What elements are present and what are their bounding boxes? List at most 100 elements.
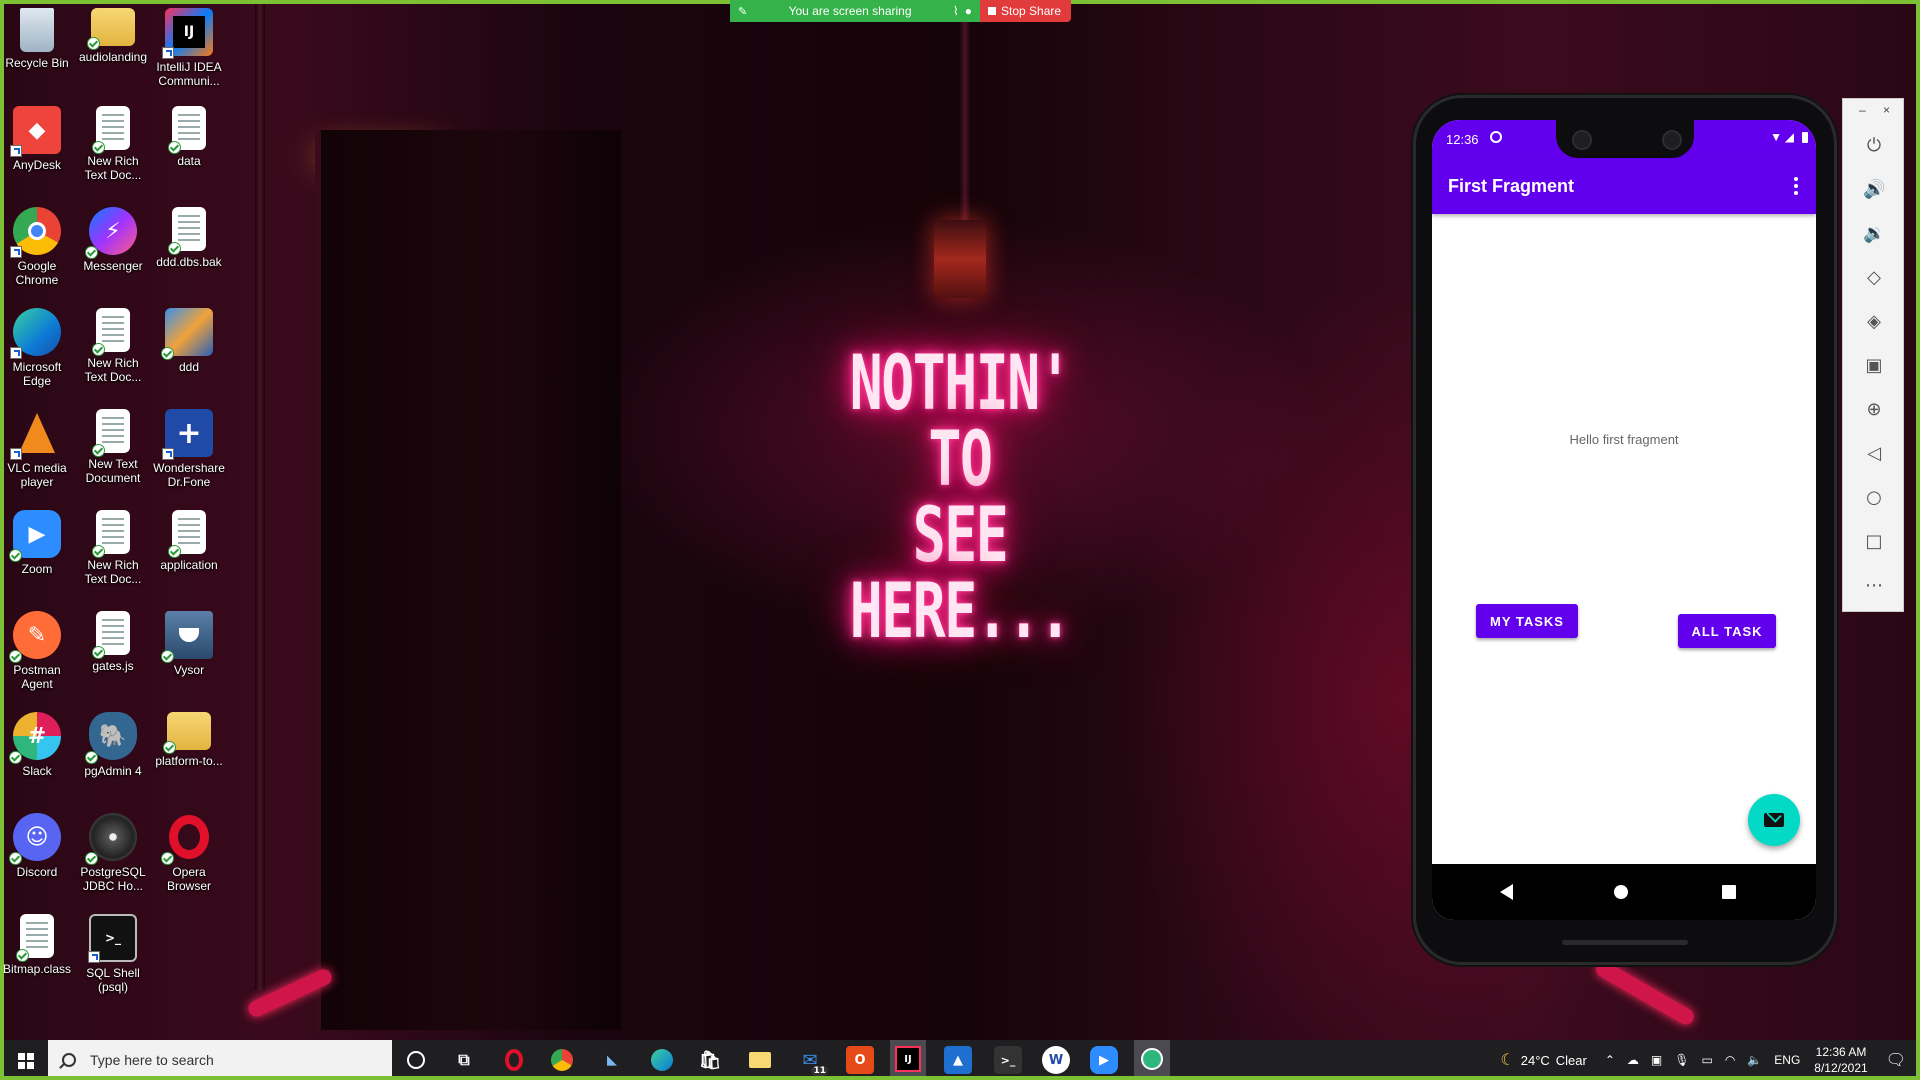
volume-up-icon[interactable]: 🔊	[1863, 179, 1885, 201]
battery-icon[interactable]: ▭	[1702, 1053, 1713, 1067]
windows-taskbar: Type here to search ⧉ ◣ 🛍 ✉ 11 O IJ ▲ >_ …	[0, 1040, 1920, 1080]
desktop-icon-vysor[interactable]: Vysor	[152, 611, 226, 677]
desktop-icon-discord[interactable]: ☺ Discord	[0, 813, 74, 879]
taskbar-intellij-icon[interactable]: IJ	[890, 1040, 926, 1080]
nav-recents-icon[interactable]	[1722, 885, 1736, 899]
desktop-icon-google-chrome[interactable]: Google Chrome	[0, 207, 74, 287]
wifi-icon[interactable]: ◠	[1725, 1053, 1735, 1067]
desktop-icon-microsoft-edge[interactable]: Microsoft Edge	[0, 308, 74, 388]
screenshot-camera-icon[interactable]: ▣	[1863, 355, 1885, 377]
taskbar-android-studio-icon[interactable]: ◣	[598, 1046, 626, 1074]
cortana-circle-icon[interactable]	[402, 1046, 430, 1074]
desktop-icon-bitmap-class[interactable]: Bitmap.class	[0, 914, 74, 976]
rotate-left-icon[interactable]: ◇	[1863, 267, 1885, 289]
desktop-icon-wondershare[interactable]: + Wondershare Dr.Fone	[152, 409, 226, 489]
task-view-icon[interactable]: ⧉	[450, 1046, 478, 1074]
rotate-right-icon[interactable]: ◈	[1863, 311, 1885, 333]
taskbar-edge-icon[interactable]	[648, 1046, 676, 1074]
screen-share-bar: ✎ You are screen sharing ⌇ ● Stop Share	[730, 0, 1072, 22]
wallpaper-rail	[1593, 958, 1697, 1028]
text-document-icon	[92, 409, 130, 457]
email-fab-button[interactable]	[1748, 794, 1800, 846]
my-tasks-button[interactable]: MY TASKS	[1476, 604, 1578, 638]
home-icon[interactable]: ○	[1863, 487, 1885, 509]
taskbar-terminal-icon[interactable]: >_	[994, 1046, 1022, 1074]
weather-widget[interactable]: ☾ 24°C Clear	[1500, 1050, 1586, 1070]
taskbar-vysor-icon[interactable]	[1134, 1040, 1170, 1080]
desktop-icon-ddd-dbs-bak[interactable]: ddd.dbs.bak	[152, 207, 226, 269]
power-icon[interactable]: ⏻	[1863, 135, 1885, 157]
desktop-icon-anydesk[interactable]: ◆ AnyDesk	[0, 106, 74, 172]
desktop-icon-data[interactable]: data	[152, 106, 226, 168]
overview-icon[interactable]: □	[1863, 531, 1885, 553]
disc-icon	[85, 813, 137, 865]
email-icon	[1764, 813, 1784, 827]
start-button[interactable]	[4, 1040, 48, 1080]
desktop-icon-intellij[interactable]: IJ IntelliJ IDEA Communi...	[152, 8, 226, 88]
taskbar-store-icon[interactable]: 🛍	[696, 1046, 724, 1074]
overflow-menu-icon[interactable]	[1786, 174, 1806, 198]
taskbar-file-explorer-icon[interactable]	[746, 1046, 774, 1074]
desktop-icon-slack[interactable]: # Slack	[0, 712, 74, 778]
share-pin-icon[interactable]: ✎	[738, 5, 747, 18]
desktop-icon-postman[interactable]: ✎ Postman Agent	[0, 611, 74, 691]
desktop-icon-opera[interactable]: Opera Browser	[152, 813, 226, 893]
desktop-icon-platform-tools[interactable]: platform-to...	[152, 712, 226, 768]
tray-chevron-up-icon[interactable]: ⌃	[1605, 1053, 1615, 1067]
volume-icon[interactable]: 🔈	[1747, 1053, 1762, 1067]
taskbar-mail-icon[interactable]: ✉ 11	[796, 1046, 828, 1076]
zoom-icon: ▶	[9, 510, 61, 562]
stop-share-button[interactable]: Stop Share	[980, 0, 1072, 22]
file-icon	[92, 611, 130, 659]
volume-down-icon[interactable]: 🔉	[1863, 223, 1885, 245]
taskbar-clock[interactable]: 12:36 AM 8/12/2021	[1814, 1044, 1867, 1076]
wallpaper-doorway	[315, 130, 621, 1030]
all-task-button[interactable]: ALL TASK	[1678, 614, 1776, 648]
emulator-minimize-button[interactable]: –	[1859, 103, 1866, 117]
desktop-icon-ddd[interactable]: ddd	[152, 308, 226, 374]
nav-home-icon[interactable]	[1614, 885, 1628, 899]
edge-icon	[10, 308, 61, 359]
desktop-icon-rich-text-doc[interactable]: New Rich Text Doc...	[76, 106, 150, 182]
share-mic-icon[interactable]: ⌇	[953, 4, 959, 18]
taskbar-photos-icon[interactable]: ▲	[944, 1046, 972, 1074]
desktop-icon-gates-js[interactable]: gates.js	[76, 611, 150, 673]
desktop-icon-sql-shell[interactable]: >_ SQL Shell (psql)	[76, 914, 150, 994]
desktop-icon-recycle-bin[interactable]: Recycle Bin	[0, 8, 74, 70]
nav-back-icon[interactable]	[1500, 884, 1513, 900]
intellij-icon: IJ	[162, 8, 213, 59]
emulator-close-button[interactable]: ×	[1883, 103, 1890, 117]
taskbar-word-icon[interactable]: W	[1042, 1046, 1070, 1074]
vlc-cone-icon	[10, 409, 61, 460]
taskbar-office-icon[interactable]: O	[846, 1046, 874, 1074]
desktop-icon-application[interactable]: application	[152, 510, 226, 572]
zoom-icon[interactable]: ⊕	[1863, 399, 1885, 421]
back-icon[interactable]: ◁	[1863, 443, 1885, 465]
clock-time: 12:36 AM	[1815, 1045, 1867, 1059]
weather-desc: Clear	[1555, 1052, 1587, 1068]
desktop-icon-rich-text-doc[interactable]: New Rich Text Doc...	[76, 510, 150, 586]
desktop-icon-pgadmin[interactable]: 🐘 pgAdmin 4	[76, 712, 150, 778]
share-status: ✎ You are screen sharing ⌇ ●	[730, 0, 980, 22]
desktop-icon-zoom[interactable]: ▶ Zoom	[0, 510, 74, 576]
taskbar-opera-icon[interactable]	[500, 1046, 528, 1074]
data-file-icon	[168, 106, 206, 154]
microphone-icon[interactable]: 🎙	[1674, 1053, 1689, 1067]
tray-app-icon[interactable]: ▣	[1651, 1053, 1662, 1067]
desktop-icon-postgresql-jdbc[interactable]: PostgreSQL JDBC Ho...	[76, 813, 150, 893]
taskbar-search[interactable]: Type here to search	[48, 1040, 392, 1080]
desktop-icon-rich-text-doc[interactable]: New Rich Text Doc...	[76, 308, 150, 384]
stop-share-label: Stop Share	[1001, 4, 1062, 18]
desktop-icon-audiolanding[interactable]: audiolanding	[76, 8, 150, 64]
camera-icon	[1572, 130, 1592, 150]
onedrive-cloud-icon[interactable]: ☁	[1627, 1053, 1639, 1067]
android-nav-bar	[1432, 864, 1816, 920]
desktop-icon-new-text-document[interactable]: New Text Document	[76, 409, 150, 485]
language-indicator[interactable]: ENG	[1774, 1053, 1800, 1067]
desktop-icon-vlc[interactable]: VLC media player	[0, 409, 74, 489]
more-icon[interactable]: ⋯	[1863, 575, 1885, 597]
desktop-icon-messenger[interactable]: ⚡ Messenger	[76, 207, 150, 273]
taskbar-chrome-icon[interactable]	[548, 1046, 576, 1074]
notifications-icon[interactable]: 🗨	[1886, 1050, 1906, 1070]
taskbar-zoom-icon[interactable]: ▶	[1090, 1046, 1118, 1074]
